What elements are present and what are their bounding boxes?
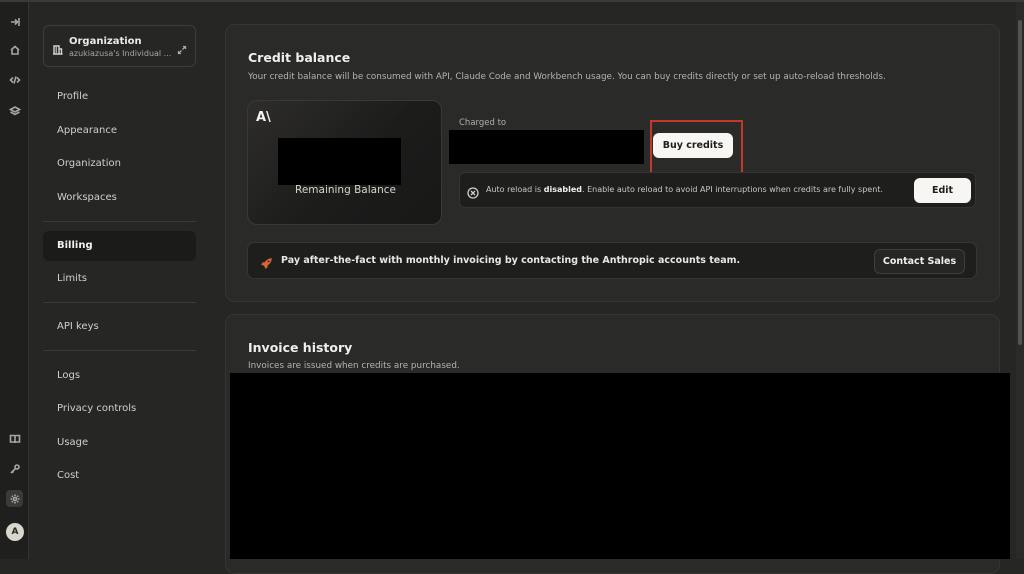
auto-reload-text: Auto reload is disabled. Enable auto rel… <box>486 185 883 194</box>
auto-reload-state: disabled <box>543 185 582 194</box>
nav-usage[interactable]: Usage <box>43 428 196 458</box>
book-icon[interactable] <box>6 430 23 447</box>
invoice-history-title: Invoice history <box>248 340 353 355</box>
redacted-balance <box>278 138 401 185</box>
auto-reload-prefix: Auto reload is <box>486 185 544 194</box>
nav-limits[interactable]: Limits <box>43 264 196 294</box>
gear-icon[interactable] <box>6 490 23 507</box>
layers-icon[interactable] <box>6 102 23 119</box>
scrollbar-thumb[interactable] <box>1018 20 1022 345</box>
nav-divider <box>43 221 196 222</box>
nav-api-keys[interactable]: API keys <box>43 312 196 342</box>
nav-workspaces[interactable]: Workspaces <box>43 183 196 213</box>
buy-credits-button[interactable]: Buy credits <box>653 133 733 158</box>
invoicing-banner: Pay after-the-fact with monthly invoicin… <box>247 242 977 279</box>
edit-auto-reload-button[interactable]: Edit <box>914 178 971 203</box>
sidebar-toggle-icon[interactable] <box>6 13 23 30</box>
nav-profile[interactable]: Profile <box>43 82 196 112</box>
invoicing-banner-text: Pay after-the-fact with monthly invoicin… <box>281 255 741 266</box>
building-icon <box>52 40 63 55</box>
avatar[interactable]: A <box>6 523 24 541</box>
redacted-payment-method <box>449 130 644 164</box>
anthropic-logo: A\ <box>256 110 271 125</box>
credit-balance-description: Your credit balance will be consumed wit… <box>248 72 886 82</box>
organization-name: azukiazusa's Individual ... <box>69 49 172 58</box>
icon-rail: A <box>0 2 29 559</box>
rocket-icon <box>260 255 273 270</box>
x-circle-icon <box>467 184 479 199</box>
organization-title: Organization <box>69 36 142 47</box>
charged-to-label: Charged to <box>459 118 507 128</box>
nav-organization[interactable]: Organization <box>43 149 196 179</box>
nav-divider <box>43 302 196 303</box>
contact-sales-button[interactable]: Contact Sales <box>874 249 965 274</box>
nav-appearance[interactable]: Appearance <box>43 116 196 146</box>
nav-logs[interactable]: Logs <box>43 361 196 391</box>
nav-privacy-controls[interactable]: Privacy controls <box>43 394 196 424</box>
invoice-history-description: Invoices are issued when credits are pur… <box>248 361 460 371</box>
balance-tile: A\ Remaining Balance <box>247 100 442 225</box>
organization-switcher[interactable]: Organization azukiazusa's Individual ... <box>43 25 196 67</box>
redacted-invoice-table <box>230 373 1010 559</box>
nav-divider <box>43 350 196 351</box>
remaining-balance-label: Remaining Balance <box>295 184 396 196</box>
auto-reload-notice: Auto reload is disabled. Enable auto rel… <box>459 172 976 208</box>
code-icon[interactable] <box>6 71 23 88</box>
key-icon[interactable] <box>6 460 23 477</box>
credit-balance-title: Credit balance <box>248 50 351 65</box>
auto-reload-suffix: . Enable auto reload to avoid API interr… <box>581 185 883 194</box>
home-icon[interactable] <box>6 41 23 58</box>
nav-cost[interactable]: Cost <box>43 461 196 491</box>
window-top-border <box>0 0 1024 2</box>
nav-billing[interactable]: Billing <box>43 231 196 261</box>
expand-icon[interactable] <box>177 40 187 55</box>
